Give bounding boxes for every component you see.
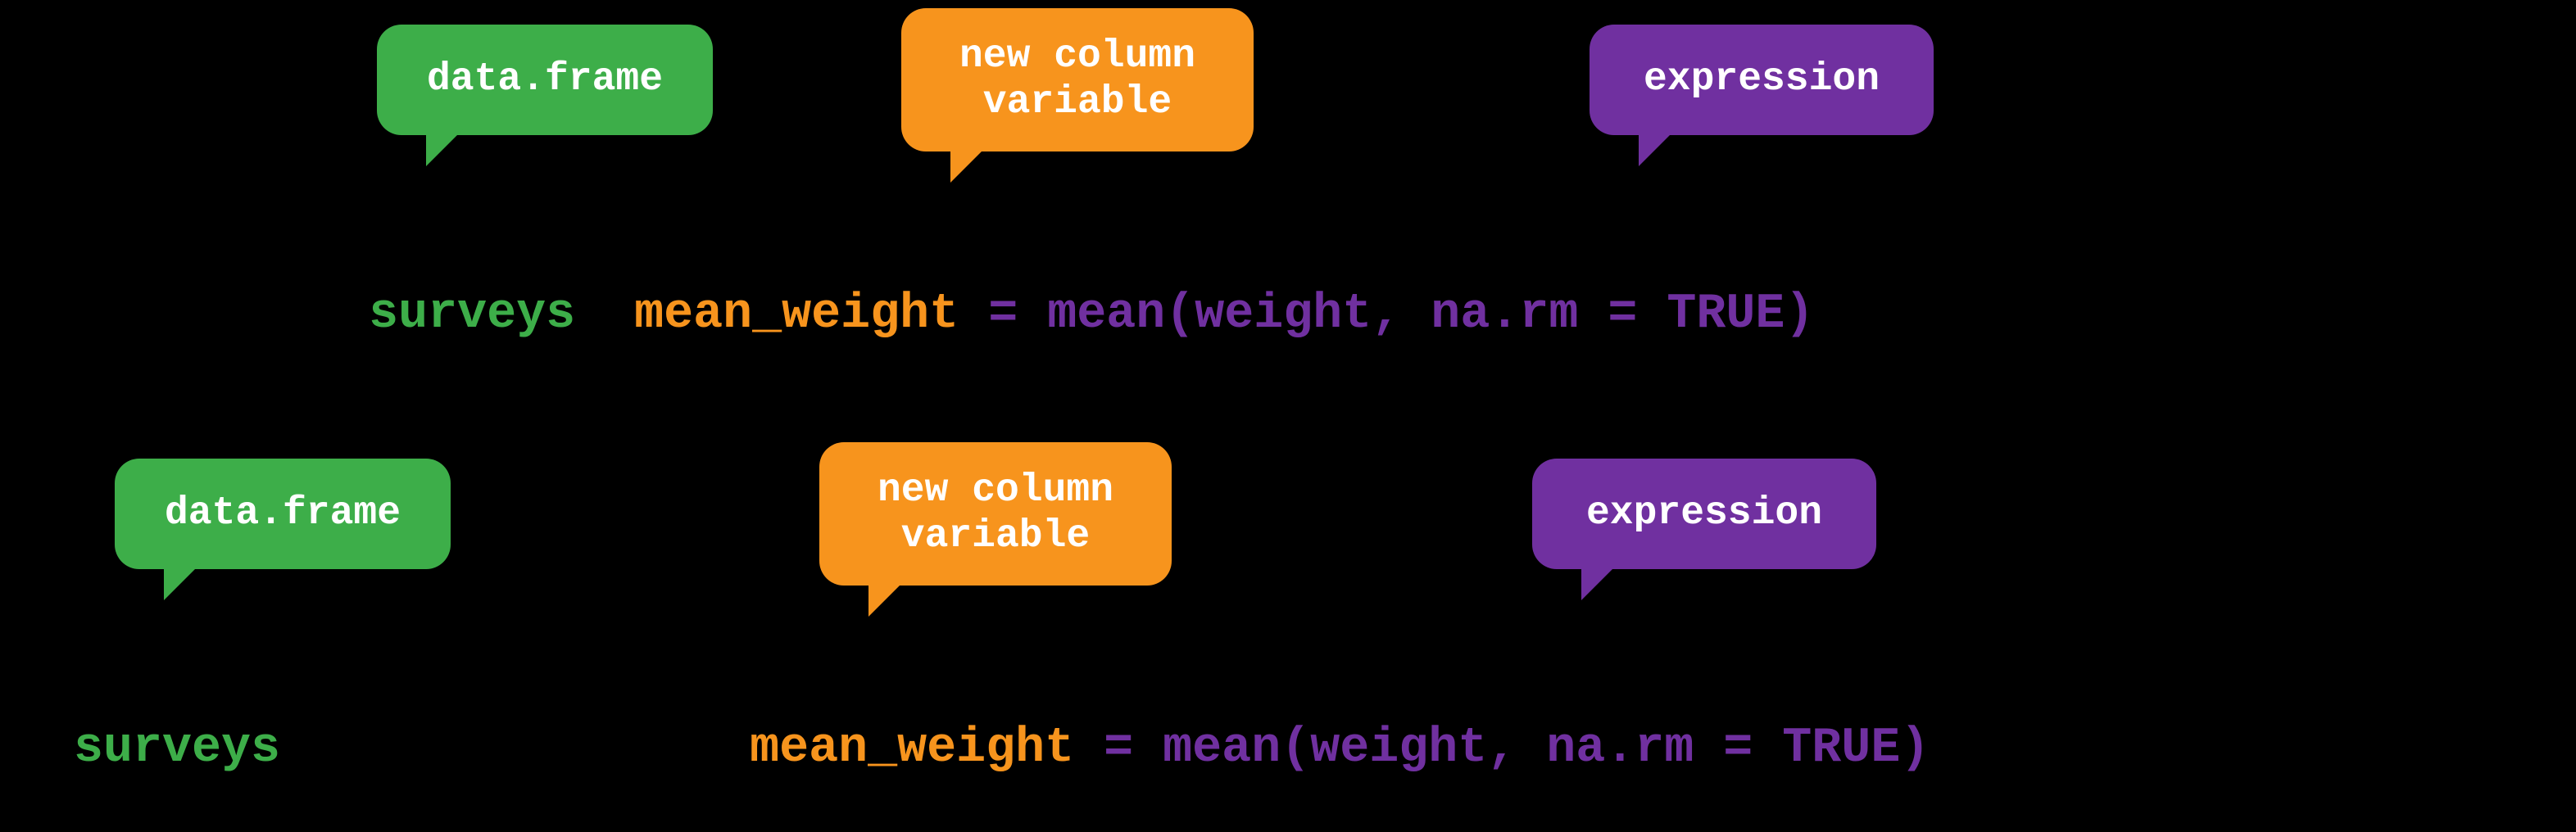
bubble-tail [868, 580, 905, 617]
code-pipe: %>% [280, 721, 398, 776]
code-surveys2: surveys [74, 721, 280, 776]
bubble-tail [950, 146, 987, 183]
code-comma: , [575, 287, 634, 342]
bubble-dataframe-row2-text: data.frame [165, 491, 401, 536]
code-line-2a: surveys %>% [74, 721, 398, 776]
code-meanweight: mean_weight [634, 287, 959, 342]
newcol-line1b: new column [878, 468, 1113, 513]
bubble-tail [164, 563, 201, 600]
bubble-newcol-row1: new column variable [901, 8, 1254, 151]
bubble-dataframe-row1: data.frame [377, 25, 713, 135]
newcol-line2b: variable [901, 514, 1090, 558]
bubble-dataframe-row1-text: data.frame [427, 57, 663, 102]
bubble-expression-row2: expression [1532, 459, 1876, 569]
bubble-dataframe-row2: data.frame [115, 459, 451, 569]
bubble-expression-row2-text: expression [1586, 491, 1822, 536]
code-close: ) [1814, 287, 1844, 342]
code-equals: = [959, 287, 1047, 342]
bubble-expression-row1-text: expression [1644, 57, 1880, 102]
code-surveys: surveys [369, 287, 575, 342]
bubble-newcol-row2: new column variable [819, 442, 1172, 586]
code-meanweight2: mean_weight [750, 721, 1074, 776]
newcol-line1: new column [959, 34, 1195, 79]
code-expr: mean(weight, na.rm = TRUE) [1047, 287, 1814, 342]
bubble-newcol-row1-text: new column variable [959, 34, 1195, 124]
bubble-tail [426, 129, 463, 166]
bubble-tail [1639, 129, 1676, 166]
newcol-line2: variable [983, 80, 1172, 124]
code-summarize-open: summarize( [74, 287, 369, 342]
code-line-2b: summarize(mean_weight = mean(weight, na.… [455, 721, 1959, 776]
bubble-expression-row1: expression [1590, 25, 1934, 135]
code-line-1: summarize(surveys, mean_weight = mean(we… [74, 287, 1844, 342]
code-equals2: = [1074, 721, 1163, 776]
bubble-tail [1581, 563, 1618, 600]
code-close2: ) [1930, 721, 1959, 776]
code-expr2: mean(weight, na.rm = TRUE) [1163, 721, 1930, 776]
code-summarize-open2: summarize( [455, 721, 750, 776]
bubble-newcol-row2-text: new column variable [878, 468, 1113, 558]
